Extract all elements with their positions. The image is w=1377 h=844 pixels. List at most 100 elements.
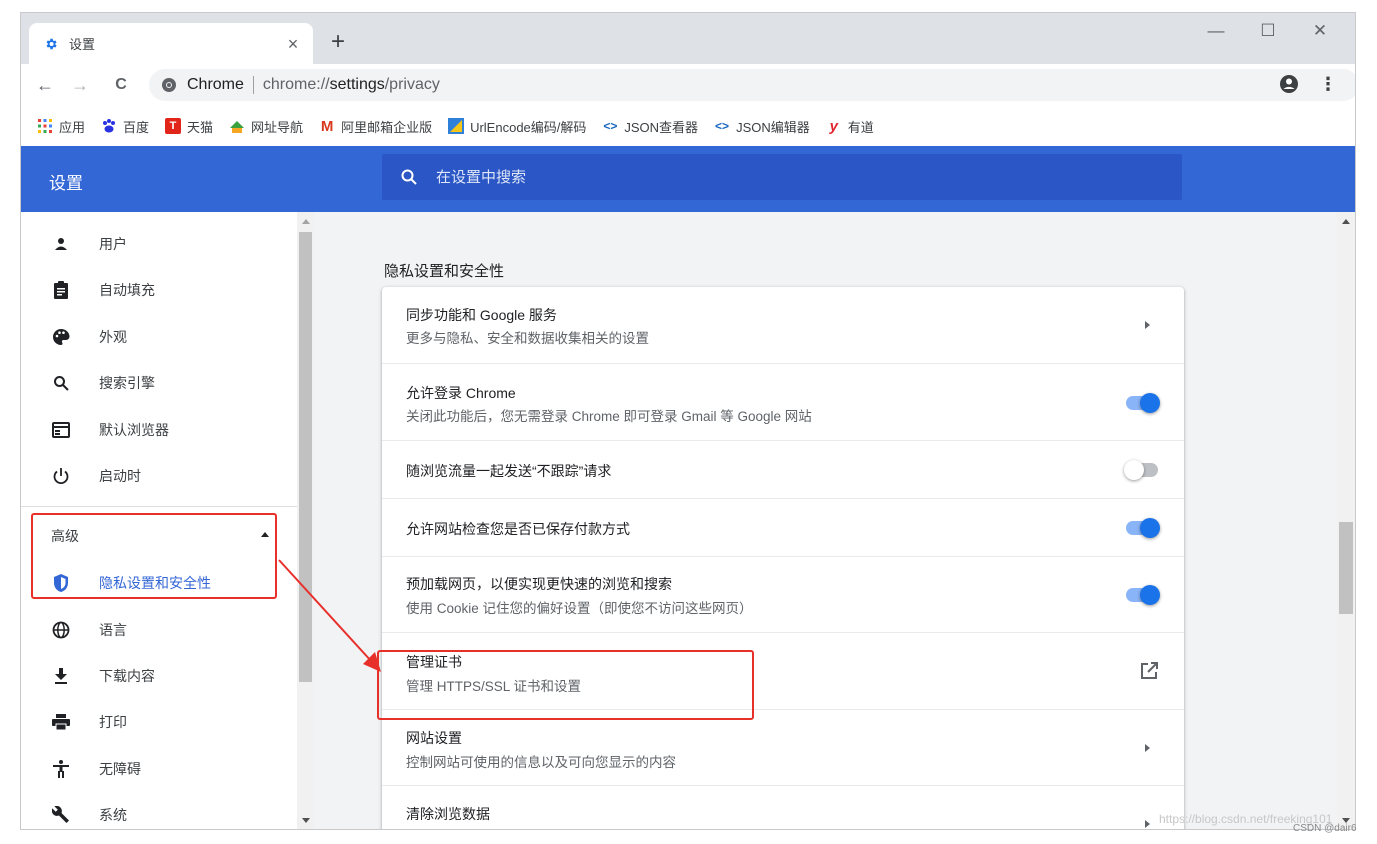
bookmark-apps[interactable]: 应用 <box>37 117 85 136</box>
sidebar-item-on-startup[interactable]: 启动时 <box>21 453 281 499</box>
chevron-right-icon[interactable] <box>1145 744 1150 752</box>
minimize-button[interactable]: — <box>1193 21 1239 41</box>
download-icon <box>51 666 71 686</box>
do-not-track-toggle[interactable] <box>1124 460 1160 480</box>
sidebar-item-printing[interactable]: 打印 <box>21 699 281 745</box>
search-input[interactable] <box>436 168 1036 186</box>
youdao-icon: y <box>829 117 838 135</box>
bookmark-ali-mail[interactable]: M 阿里邮箱企业版 <box>319 117 432 136</box>
row-sync-services[interactable]: 同步功能和 Google 服务 更多与隐私、安全和数据收集相关的设置 <box>382 287 1184 363</box>
code-icon: <> <box>715 119 730 133</box>
bookmark-label: 阿里邮箱企业版 <box>341 119 433 135</box>
hao123-icon <box>229 118 245 134</box>
back-button[interactable]: ← <box>31 71 59 99</box>
sidebar-item-label: 启动时 <box>99 468 141 484</box>
bookmark-json-viewer[interactable]: <> JSON查看器 <box>602 117 698 136</box>
row-clear-browsing-data[interactable]: 清除浏览数据 <box>382 785 1184 829</box>
profile-icon[interactable] <box>1279 74 1299 94</box>
code-icon: <> <box>603 119 618 133</box>
sidebar-item-system[interactable]: 系统 <box>21 792 281 829</box>
chevron-right-icon[interactable] <box>1145 321 1150 329</box>
row-site-settings[interactable]: 网站设置 控制网站可使用的信息以及可向您显示的内容 <box>382 709 1184 785</box>
row-title: 随浏览流量一起发送“不跟踪”请求 <box>406 463 612 479</box>
power-icon <box>51 466 71 486</box>
row-title: 预加载网页，以便实现更快速的浏览和搜索 <box>406 576 672 592</box>
sidebar-item-autofill[interactable]: 自动填充 <box>21 267 281 313</box>
bookmark-json-editor[interactable]: <> JSON编辑器 <box>714 117 810 136</box>
sidebar-item-accessibility[interactable]: 无障碍 <box>21 746 281 792</box>
maximize-button[interactable]: ☐ <box>1245 21 1291 41</box>
settings-header: 设置 <box>21 146 1355 212</box>
toggle-knob <box>1124 460 1144 480</box>
url-host: settings <box>329 76 385 93</box>
bookmark-label: UrlEncode编码/解码 <box>470 119 587 135</box>
scroll-up-arrow-icon[interactable] <box>1342 219 1350 224</box>
chevron-right-icon[interactable] <box>1145 820 1150 828</box>
bookmark-baidu[interactable]: 百度 <box>101 117 149 136</box>
annotation-highlight-certificates <box>377 650 754 720</box>
tab-close-icon[interactable]: × <box>283 34 303 54</box>
sidebar-item-label: 用户 <box>99 236 127 252</box>
forward-button[interactable]: → <box>66 71 94 99</box>
main-scrollbar[interactable] <box>1337 212 1355 829</box>
wrench-icon <box>51 805 71 825</box>
main-scrollbar-thumb[interactable] <box>1339 522 1353 614</box>
gear-icon <box>43 36 59 52</box>
sidebar-item-label: 无障碍 <box>99 761 141 777</box>
person-icon <box>51 234 71 254</box>
row-preload-pages[interactable]: 预加载网页，以便实现更快速的浏览和搜索 使用 Cookie 记住您的偏好设置（即… <box>382 556 1184 632</box>
sidebar-item-languages[interactable]: 语言 <box>21 607 281 653</box>
row-allow-signin[interactable]: 允许登录 Chrome 关闭此功能后，您无需登录 Chrome 即可登录 Gma… <box>382 363 1184 440</box>
apps-grid-icon <box>37 118 53 134</box>
signin-toggle[interactable] <box>1124 393 1160 413</box>
toggle-knob <box>1140 585 1160 605</box>
menu-icon[interactable]: ⋮ <box>1319 74 1337 95</box>
privacy-card: 同步功能和 Google 服务 更多与隐私、安全和数据收集相关的设置 允许登录 … <box>382 287 1184 829</box>
sidebar-item-label: 默认浏览器 <box>99 422 169 438</box>
sidebar-item-label: 下载内容 <box>99 668 155 684</box>
clipboard-icon <box>51 280 71 300</box>
ali-mail-icon: M <box>320 117 334 135</box>
sidebar-item-label: 打印 <box>99 714 127 730</box>
address-bar[interactable]: Chrome chrome://settings/privacy ☆ <box>149 69 1355 101</box>
payment-methods-toggle[interactable] <box>1124 518 1160 538</box>
tab-settings[interactable]: 设置 × <box>29 23 313 64</box>
sidebar-item-appearance[interactable]: 外观 <box>21 314 281 360</box>
new-tab-button[interactable]: + <box>326 30 350 55</box>
tab-title: 设置 <box>69 37 96 52</box>
reload-button[interactable]: C <box>107 71 135 99</box>
globe-icon <box>51 620 71 640</box>
row-title: 清除浏览数据 <box>406 806 490 822</box>
row-title: 允许网站检查您是否已保存付款方式 <box>406 521 630 537</box>
urlencode-icon <box>448 118 465 134</box>
bookmark-label: JSON查看器 <box>624 119 699 135</box>
annotation-arrow-icon <box>278 559 381 672</box>
sidebar-item-downloads[interactable]: 下载内容 <box>21 653 281 699</box>
settings-search[interactable] <box>382 154 1182 200</box>
bookmark-hao123[interactable]: 网址导航 <box>229 117 303 136</box>
close-window-button[interactable]: ✕ <box>1297 21 1343 41</box>
bookmark-label: 应用 <box>59 119 86 135</box>
sidebar: 用户 自动填充 外观 搜索引擎 默认浏览器 启动时 高级 隐私设置和安全性 语言… <box>21 212 297 829</box>
scroll-down-arrow-icon[interactable] <box>302 818 310 823</box>
sidebar-item-people[interactable]: 用户 <box>21 221 281 267</box>
bookmark-youdao[interactable]: y 有道 <box>826 117 874 136</box>
scroll-up-arrow-icon[interactable] <box>302 219 310 224</box>
row-do-not-track[interactable]: 随浏览流量一起发送“不跟踪”请求 <box>382 440 1184 498</box>
bookmark-urlencode[interactable]: UrlEncode编码/解码 <box>448 117 586 136</box>
bookmarks-bar: 应用 百度 T 天猫 网址导航 M 阿里邮箱企业版 UrlEncode编码/解码… <box>21 106 1355 146</box>
sidebar-item-default-browser[interactable]: 默认浏览器 <box>21 407 281 453</box>
row-subtitle: 关闭此功能后，您无需登录 Chrome 即可登录 Gmail 等 Google … <box>406 409 812 424</box>
toolbar: ← → C Chrome chrome://settings/privacy ☆… <box>21 64 1355 106</box>
preload-toggle[interactable] <box>1124 585 1160 605</box>
bookmark-label: 天猫 <box>187 119 214 135</box>
baidu-paw-icon <box>101 118 117 134</box>
browser-window: 设置 × + — ☐ ✕ ← → C Chrome chrome://setti… <box>20 12 1356 830</box>
chrome-icon <box>161 77 177 93</box>
sidebar-item-label: 外观 <box>99 329 127 345</box>
row-payment-methods[interactable]: 允许网站检查您是否已保存付款方式 <box>382 498 1184 556</box>
open-external-icon[interactable] <box>1140 662 1158 680</box>
sidebar-item-search-engine[interactable]: 搜索引擎 <box>21 360 281 406</box>
row-subtitle: 控制网站可使用的信息以及可向您显示的内容 <box>406 755 676 770</box>
bookmark-tmall[interactable]: T 天猫 <box>165 117 213 136</box>
